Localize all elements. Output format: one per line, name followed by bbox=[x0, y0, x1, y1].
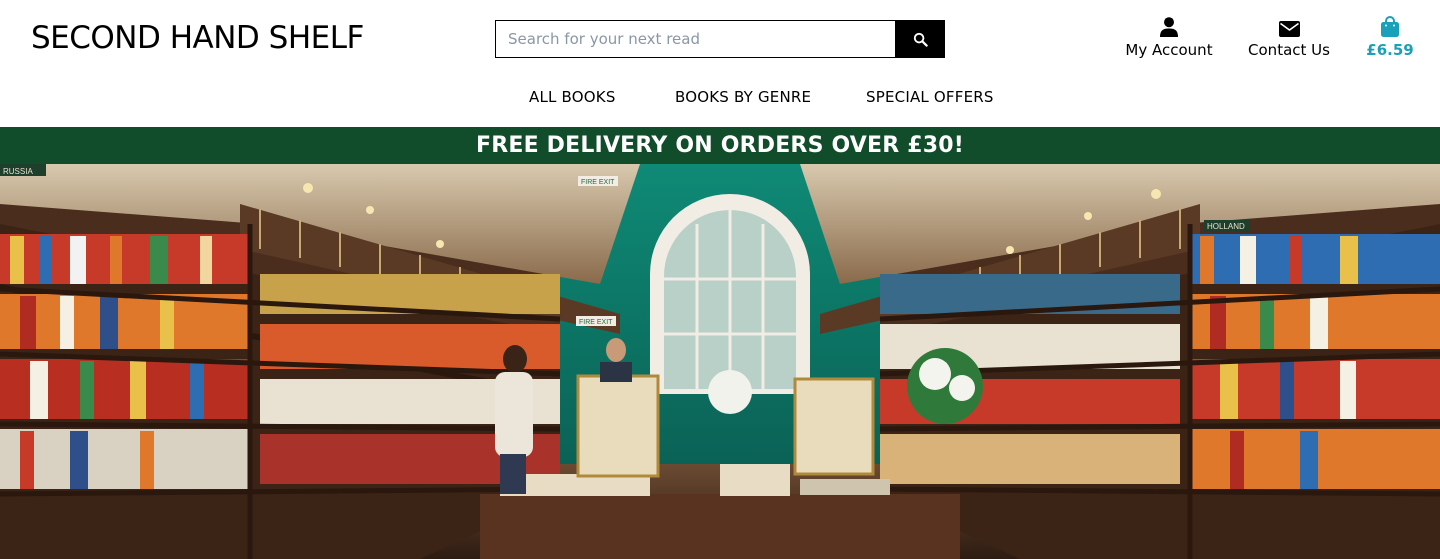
hero-sign-holland: HOLLAND bbox=[1207, 222, 1245, 231]
contact-us-label: Contact Us bbox=[1248, 41, 1330, 59]
hero-image: RUSSIA FIRE EXIT FIRE EXIT HOLLAND bbox=[0, 164, 1440, 559]
search-input[interactable] bbox=[495, 20, 895, 58]
my-account-link[interactable]: My Account bbox=[1120, 15, 1218, 59]
delivery-banner-text: FREE DELIVERY ON ORDERS OVER £30! bbox=[475, 133, 965, 158]
bag-total: £6.59 bbox=[1366, 41, 1414, 59]
nav-special-offers[interactable]: SPECIAL OFFERS bbox=[866, 88, 994, 106]
contact-us-link[interactable]: Contact Us bbox=[1244, 15, 1334, 59]
hero-sign-fire-exit-upper: FIRE EXIT bbox=[581, 179, 615, 186]
nav-books-by-genre[interactable]: BOOKS BY GENRE bbox=[675, 88, 811, 106]
main-nav: ALL BOOKS BOOKS BY GENRE SPECIAL OFFERS bbox=[0, 88, 1440, 110]
user-icon bbox=[1160, 15, 1178, 37]
my-account-label: My Account bbox=[1125, 41, 1213, 59]
shopping-bag-link[interactable]: £6.59 bbox=[1364, 15, 1416, 59]
shopping-bag-icon bbox=[1381, 15, 1399, 37]
hero-sign-fire-exit-lower: FIRE EXIT bbox=[579, 319, 613, 326]
site-header: SECOND HAND SHELF My Account Contact Us bbox=[0, 0, 1440, 127]
envelope-icon bbox=[1278, 15, 1300, 37]
search-button[interactable] bbox=[895, 20, 945, 58]
site-logo[interactable]: SECOND HAND SHELF bbox=[31, 20, 364, 56]
nav-all-books[interactable]: ALL BOOKS bbox=[529, 88, 616, 106]
bookshop-illustration: RUSSIA FIRE EXIT FIRE EXIT HOLLAND bbox=[0, 164, 1440, 559]
hero-sign-russia: RUSSIA bbox=[3, 167, 33, 176]
search-form bbox=[495, 20, 945, 58]
search-icon bbox=[913, 32, 928, 47]
delivery-banner: FREE DELIVERY ON ORDERS OVER £30! bbox=[0, 127, 1440, 164]
